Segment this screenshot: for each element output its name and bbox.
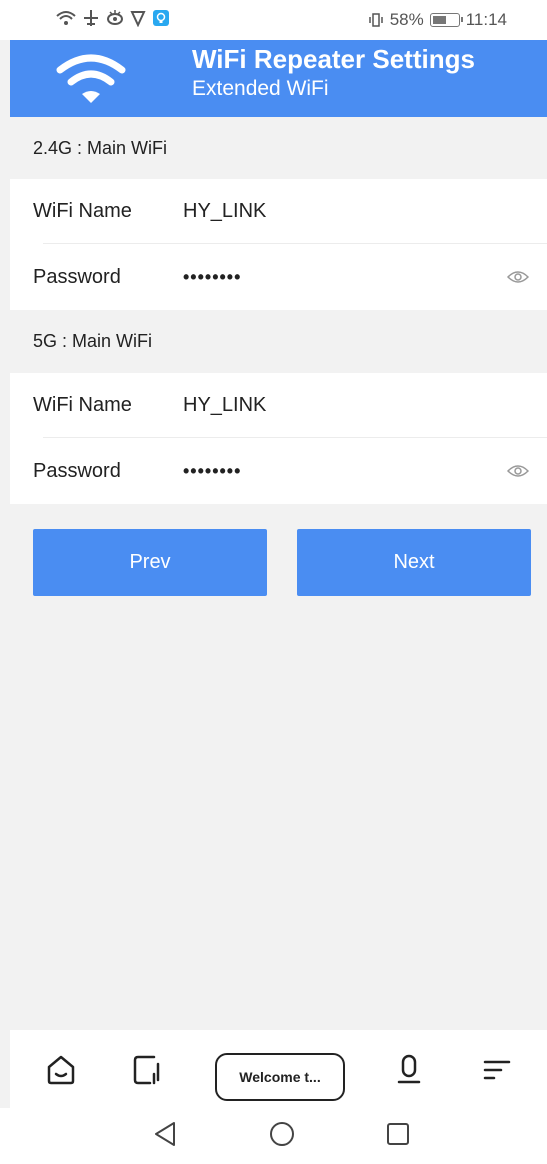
wifi-name-row-2g[interactable]: WiFi Name HY_LINK xyxy=(10,179,547,244)
home-circle-icon[interactable] xyxy=(268,1120,296,1148)
section-header-5g: 5G : Main WiFi xyxy=(10,310,547,373)
password-row-5g[interactable]: Password •••••••• xyxy=(10,438,547,504)
page-subtitle: Extended WiFi xyxy=(192,77,329,100)
location-icon xyxy=(130,11,146,27)
battery-icon xyxy=(429,13,463,27)
system-nav-bar xyxy=(0,1108,547,1164)
eye-icon[interactable] xyxy=(507,270,529,284)
tabs-icon[interactable] xyxy=(132,1054,162,1086)
airplane-icon xyxy=(84,10,98,26)
browser-toolbar: Welcome t... xyxy=(10,1030,547,1108)
wifi-icon xyxy=(56,11,76,25)
wifi-name-value[interactable]: HY_LINK xyxy=(183,200,266,223)
wifi-name-value[interactable]: HY_LINK xyxy=(183,394,266,417)
recents-icon[interactable] xyxy=(385,1120,411,1148)
app-notification-icon xyxy=(153,10,169,26)
section-header-2g: 2.4G : Main WiFi xyxy=(10,117,547,179)
wifi-name-label: WiFi Name xyxy=(33,394,132,416)
prev-button[interactable]: Prev xyxy=(33,529,267,596)
eye-comfort-icon xyxy=(107,10,123,25)
status-bar: 58% 11:14 xyxy=(0,0,547,40)
eye-icon[interactable] xyxy=(507,464,529,478)
battery-percent: 58% xyxy=(389,10,424,29)
password-label: Password xyxy=(33,459,121,482)
vibrate-icon xyxy=(368,13,383,27)
app-header: WiFi Repeater Settings Extended WiFi xyxy=(10,40,547,117)
password-row-2g[interactable]: Password •••••••• xyxy=(10,244,547,310)
menu-icon[interactable] xyxy=(482,1054,512,1086)
status-icons-right: 58% 11:14 xyxy=(368,10,507,30)
clock: 11:14 xyxy=(465,10,507,29)
wifi-logo-icon xyxy=(56,54,126,103)
password-field[interactable]: •••••••• xyxy=(183,461,241,482)
wifi-name-label: WiFi Name xyxy=(33,200,132,222)
back-icon[interactable] xyxy=(152,1120,178,1148)
next-button[interactable]: Next xyxy=(297,529,531,596)
address-bar[interactable]: Welcome t... xyxy=(215,1053,345,1101)
battery-fill xyxy=(432,16,447,24)
status-icons-left xyxy=(56,9,170,27)
wifi-name-row-5g[interactable]: WiFi Name HY_LINK xyxy=(10,373,547,438)
microphone-icon[interactable] xyxy=(396,1054,422,1086)
password-field[interactable]: •••••••• xyxy=(183,267,241,288)
page-title: WiFi Repeater Settings xyxy=(192,44,475,74)
password-label: Password xyxy=(33,265,121,288)
home-icon[interactable] xyxy=(46,1054,76,1086)
